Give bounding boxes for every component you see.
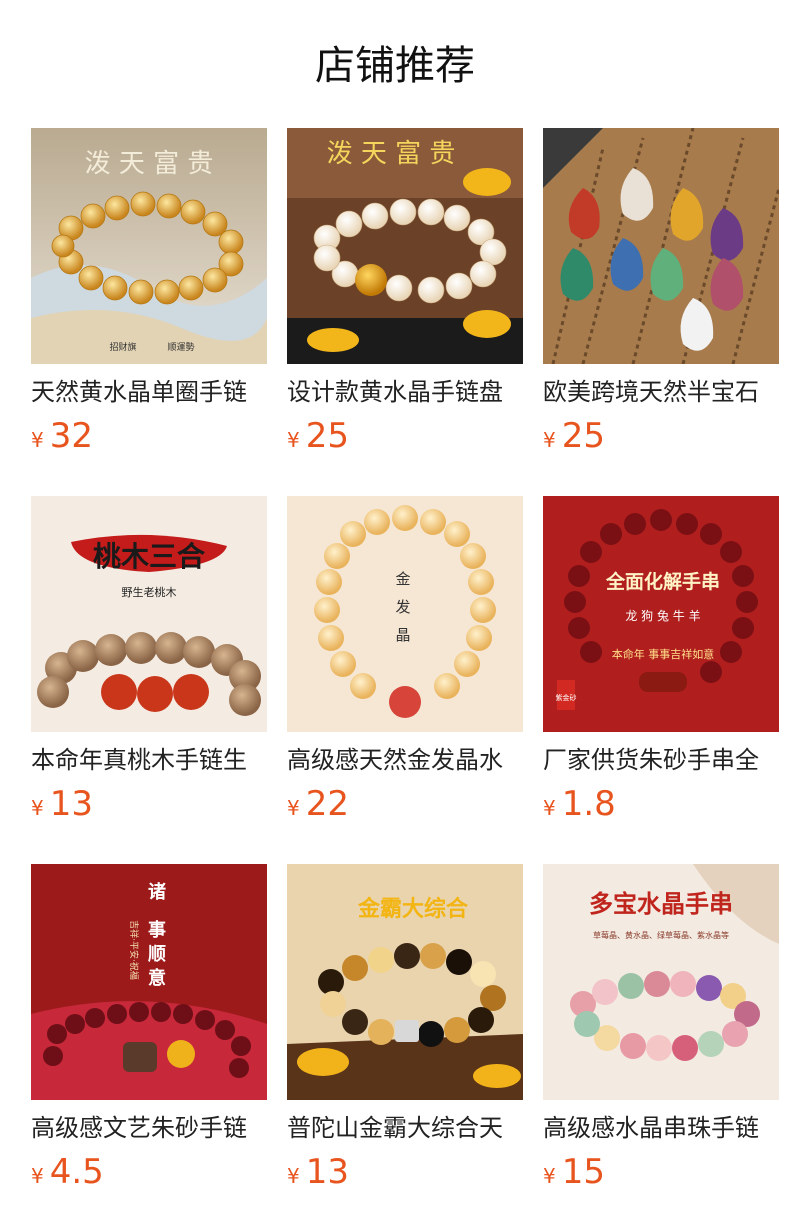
price-value: 22: [305, 784, 349, 824]
thumb-caption: 晶: [395, 626, 410, 644]
currency-symbol: ¥: [287, 796, 300, 820]
product-card[interactable]: 泼 天 富 贵 设计款黄水晶手链盘 ¥25: [287, 128, 523, 468]
currency-symbol: ¥: [31, 796, 44, 820]
product-card[interactable]: 全面化解手串 龙 狗 兔 牛 羊 本命年 事事吉祥如意 紫金砂 厂家供货朱砂手串…: [543, 496, 779, 836]
product-name[interactable]: 高级感水晶串珠手链: [543, 1108, 779, 1148]
product-price: ¥1.8: [543, 782, 779, 826]
currency-symbol: ¥: [543, 796, 556, 820]
thumb-caption: 桃木三合: [93, 540, 206, 573]
thumb-caption: 顺: [148, 944, 166, 965]
price-value: 4.5: [49, 1152, 104, 1192]
currency-symbol: ¥: [31, 1164, 44, 1188]
price-value: 13: [49, 784, 93, 824]
product-card[interactable]: 欧美跨境天然半宝石 ¥25: [543, 128, 779, 468]
currency-symbol: ¥: [287, 1164, 300, 1188]
product-price: ¥15: [543, 1150, 779, 1194]
thumb-caption: 顺運勢: [167, 341, 194, 353]
product-image[interactable]: 金霸大综合: [287, 864, 523, 1100]
thumb-caption: 全面化解手串: [605, 570, 720, 593]
thumb-caption: 意: [148, 967, 166, 989]
price-value: 25: [561, 416, 605, 456]
product-image[interactable]: 桃木三合 野生老桃木: [31, 496, 267, 732]
thumb-caption: 发: [395, 598, 410, 616]
product-name[interactable]: 本命年真桃木手链生: [31, 740, 267, 780]
currency-symbol: ¥: [31, 428, 44, 452]
price-value: 13: [305, 1152, 349, 1192]
thumb-caption: 诸: [148, 881, 166, 903]
product-price: ¥13: [31, 782, 267, 826]
product-price: ¥32: [31, 414, 267, 458]
currency-symbol: ¥: [287, 428, 300, 452]
product-card[interactable]: 金霸大综合 普陀山金霸大综合天 ¥13: [287, 864, 523, 1204]
product-name[interactable]: 高级感天然金发晶水: [287, 740, 523, 780]
thumb-caption: 龙 狗 兔 牛 羊: [625, 608, 700, 623]
thumb-caption: 草莓晶、黄水晶、绿草莓晶、紫水晶等: [593, 930, 729, 940]
thumb-caption: 事: [148, 919, 166, 941]
thumb-caption: 野生老桃木: [122, 585, 177, 599]
currency-symbol: ¥: [543, 428, 556, 452]
thumb-caption: 多宝水晶手串: [589, 889, 733, 918]
product-image[interactable]: 金 发 晶: [287, 496, 523, 732]
product-price: ¥25: [287, 414, 523, 458]
thumb-caption: 泼 天 富 贵: [85, 149, 214, 179]
product-image[interactable]: 泼 天 富 贵 招财旗 顺運勢: [31, 128, 267, 364]
currency-symbol: ¥: [543, 1164, 556, 1188]
thumb-caption: 招财旗: [109, 341, 136, 353]
product-name[interactable]: 高级感文艺朱砂手链: [31, 1108, 267, 1148]
product-image[interactable]: [543, 128, 779, 364]
thumb-caption: 吉祥·平安·祝福: [128, 920, 140, 980]
price-value: 32: [49, 416, 93, 456]
product-price: ¥4.5: [31, 1150, 267, 1194]
price-value: 15: [561, 1152, 605, 1192]
thumb-caption: 金: [395, 570, 410, 588]
product-image[interactable]: 泼 天 富 贵: [287, 128, 523, 364]
product-card[interactable]: 多宝水晶手串 草莓晶、黄水晶、绿草莓晶、紫水晶等 高级感水晶串珠手链 ¥15: [543, 864, 779, 1204]
product-image[interactable]: 多宝水晶手串 草莓晶、黄水晶、绿草莓晶、紫水晶等: [543, 864, 779, 1100]
product-image[interactable]: 诸 事 顺 意 吉祥·平安·祝福: [31, 864, 267, 1100]
product-card[interactable]: 泼 天 富 贵 招财旗 顺運勢 天然黄水晶单圈手链 ¥32: [31, 128, 267, 468]
product-name[interactable]: 设计款黄水晶手链盘: [287, 372, 523, 412]
product-card[interactable]: 诸 事 顺 意 吉祥·平安·祝福 高级感文艺朱砂手链 ¥4.5: [31, 864, 267, 1204]
product-price: ¥13: [287, 1150, 523, 1194]
thumb-caption: 本命年 事事吉祥如意: [612, 647, 715, 661]
thumb-caption: 泼 天 富 贵: [327, 139, 456, 169]
thumb-caption: 金霸大综合: [357, 896, 469, 922]
thumb-caption: 紫金砂: [556, 693, 577, 702]
product-image[interactable]: 全面化解手串 龙 狗 兔 牛 羊 本命年 事事吉祥如意 紫金砂: [543, 496, 779, 732]
product-name[interactable]: 欧美跨境天然半宝石: [543, 372, 779, 412]
product-card[interactable]: 金 发 晶 高级感天然金发晶水 ¥22: [287, 496, 523, 836]
page-title: 店铺推荐: [315, 43, 475, 89]
product-card[interactable]: 桃木三合 野生老桃木 本命年真桃木手链生 ¥13: [31, 496, 267, 836]
price-value: 25: [305, 416, 349, 456]
product-name[interactable]: 天然黄水晶单圈手链: [31, 372, 267, 412]
price-value: 1.8: [561, 784, 616, 824]
product-name[interactable]: 厂家供货朱砂手串全: [543, 740, 779, 780]
product-name[interactable]: 普陀山金霸大综合天: [287, 1108, 523, 1148]
product-price: ¥22: [287, 782, 523, 826]
product-price: ¥25: [543, 414, 779, 458]
